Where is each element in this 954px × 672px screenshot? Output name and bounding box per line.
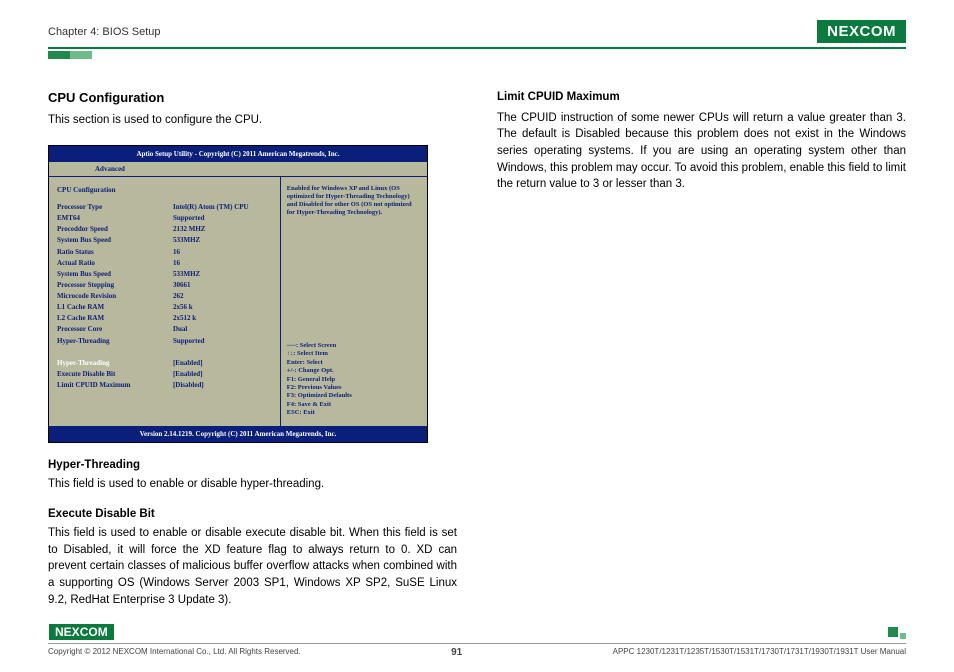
bios-key-hint: Enter: Select bbox=[287, 359, 421, 367]
bios-option-row: Hyper-Threading[Enabled] bbox=[57, 357, 272, 368]
footer-rule bbox=[48, 643, 906, 644]
footer-logo: NEXCOM bbox=[48, 624, 115, 640]
right-column: Limit CPUID Maximum The CPUID instructio… bbox=[497, 89, 906, 614]
bios-help-panel: Enabled for Windows XP and Linux (OS opt… bbox=[280, 177, 427, 426]
bios-section-title: CPU Configuration bbox=[57, 185, 272, 202]
bios-info-row: Actual Ratio16 bbox=[57, 257, 272, 268]
bios-footer-bar: Version 2.14.1219. Copyright (C) 2011 Am… bbox=[49, 426, 427, 442]
bios-info-row: L2 Cache RAM2x512 k bbox=[57, 313, 272, 324]
bios-info-row: Processor Stepping30661 bbox=[57, 279, 272, 290]
brand-logo: NEXCOM bbox=[817, 20, 906, 43]
bios-key-hint: ──: Select Screen bbox=[287, 342, 421, 350]
section-intro: This section is used to configure the CP… bbox=[48, 112, 457, 129]
bios-key-hint: ↑↓: Select Item bbox=[287, 350, 421, 358]
left-column: CPU Configuration This section is used t… bbox=[48, 89, 457, 614]
bios-title-bar: Aptio Setup Utility - Copyright (C) 2011… bbox=[49, 146, 427, 162]
bios-info-row: L1 Cache RAM2x56 k bbox=[57, 302, 272, 313]
bios-info-row: System Bus Speed533MHZ bbox=[57, 235, 272, 246]
bios-info-row: Hyper-ThreadingSupported bbox=[57, 335, 272, 346]
subheading-limit-cpuid: Limit CPUID Maximum bbox=[497, 89, 906, 106]
bios-info-row: Microcode Revision262 bbox=[57, 291, 272, 302]
section-title-cpu-config: CPU Configuration bbox=[48, 89, 457, 108]
body-hyper-threading: This field is used to enable or disable … bbox=[48, 476, 457, 493]
body-limit-cpuid: The CPUID instruction of some newer CPUs… bbox=[497, 110, 906, 193]
bios-key-hint: F1: General Help bbox=[287, 376, 421, 384]
bios-key-hint: ESC: Exit bbox=[287, 409, 421, 417]
bios-key-hint: +/-: Change Opt. bbox=[287, 367, 421, 375]
page-number: 91 bbox=[451, 647, 462, 658]
chapter-label: Chapter 4: BIOS Setup bbox=[48, 26, 161, 38]
copyright-text: Copyright © 2012 NEXCOM International Co… bbox=[48, 647, 301, 658]
bios-option-row: Execute Disable Bit[Enabled] bbox=[57, 369, 272, 380]
subheading-hyper-threading: Hyper-Threading bbox=[48, 457, 457, 474]
bios-screenshot: Aptio Setup Utility - Copyright (C) 2011… bbox=[48, 145, 428, 443]
bios-info-row: System Bus Speed533MHZ bbox=[57, 268, 272, 279]
footer-decoration bbox=[888, 627, 906, 637]
bios-info-row: EMT64Supported bbox=[57, 213, 272, 224]
bios-key-hint: F3: Optimized Defaults bbox=[287, 392, 421, 400]
bios-tab-row: Advanced bbox=[49, 162, 427, 176]
subheading-execute-disable-bit: Execute Disable Bit bbox=[48, 506, 457, 523]
bios-info-row: Proceddor Speed2132 MHZ bbox=[57, 224, 272, 235]
bios-option-row: Limit CPUID Maximum[Disabled] bbox=[57, 380, 272, 391]
bios-main-panel: CPU ConfigurationProcessor TypeIntel(R) … bbox=[49, 177, 280, 426]
document-title: APPC 1230T/1231T/1235T/1530T/1531T/1730T… bbox=[613, 647, 906, 658]
header-rule bbox=[48, 47, 906, 49]
bios-key-hint: F2: Previous Values bbox=[287, 384, 421, 392]
bios-info-row: Processor CoreDual bbox=[57, 324, 272, 335]
bios-tab-advanced: Advanced bbox=[95, 165, 125, 173]
bios-key-hint: F4: Save & Exit bbox=[287, 401, 421, 409]
bios-info-row: Processor TypeIntel(R) Atom (TM) CPU bbox=[57, 201, 272, 212]
bios-info-row: Ratio Status16 bbox=[57, 246, 272, 257]
bios-help-text: Enabled for Windows XP and Linux (OS opt… bbox=[287, 185, 421, 218]
accent-bar bbox=[48, 51, 906, 59]
bios-key-help: ──: Select Screen↑↓: Select ItemEnter: S… bbox=[287, 342, 421, 418]
body-execute-disable-bit: This field is used to enable or disable … bbox=[48, 525, 457, 608]
